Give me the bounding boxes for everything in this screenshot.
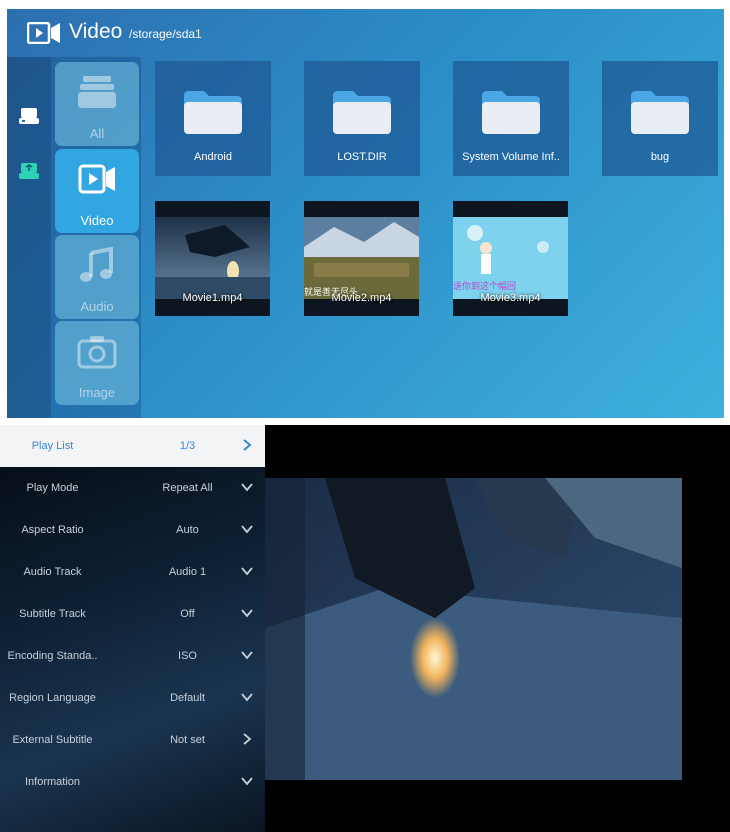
menu-item-value: Off (180, 608, 195, 620)
folder-tile-android[interactable]: Android (155, 61, 271, 176)
chevron-down-icon (241, 609, 253, 618)
category-audio[interactable]: Audio (55, 235, 139, 319)
video-player: Play List 1/3 Play Mode Repeat All Aspec… (0, 425, 730, 832)
menu-item-label: Play List (31, 440, 74, 452)
menu-item-label: Aspect Ratio (21, 524, 84, 536)
file-browser: Video /storage/sda1 All Video Audio Imag… (7, 9, 724, 418)
video-name: Movie2.mp4 (331, 292, 392, 304)
menu-item-play-list[interactable]: Play List 1/3 (0, 425, 265, 467)
folder-name: LOST.DIR (337, 151, 387, 163)
chevron-right-icon (243, 439, 252, 451)
category-video[interactable]: Video (55, 149, 139, 233)
video-tile-movie3[interactable]: 送你到这个幅回 Movie3.mp4 (453, 201, 568, 316)
folder-icon (333, 91, 391, 134)
player-settings-menu: Play List 1/3 Play Mode Repeat All Aspec… (0, 425, 265, 832)
menu-item-value: Repeat All (162, 482, 213, 494)
music-note-icon (80, 247, 113, 282)
storage-path: /storage/sda1 (129, 27, 202, 41)
video-frame[interactable] (265, 478, 682, 780)
video-thumbnail: 送你到这个幅回 (453, 217, 568, 299)
folder-name: System Volume Inf.. (462, 151, 560, 163)
menu-item-value: Not set (170, 734, 205, 746)
chevron-down-icon (241, 693, 253, 702)
folder-name: Android (194, 151, 232, 163)
menu-item-value: ISO (178, 650, 197, 662)
menu-item-value: Auto (176, 524, 199, 536)
menu-item-value: Default (170, 692, 205, 704)
category-label: All (89, 126, 105, 141)
browser-header: Video /storage/sda1 (7, 9, 724, 57)
menu-item-label: Encoding Standa.. (7, 650, 98, 662)
category-label: Image (78, 385, 116, 400)
page-title: Video (69, 20, 123, 43)
menu-item-play-mode[interactable]: Play Mode Repeat All (0, 467, 265, 509)
usb-drive-icon[interactable] (18, 162, 40, 180)
video-name: Movie3.mp4 (480, 292, 541, 304)
menu-item-value: 1/3 (179, 440, 196, 452)
menu-item-label: Region Language (9, 692, 96, 704)
category-image[interactable]: Image (55, 321, 139, 405)
folder-name: bug (650, 151, 670, 163)
video-thumbnail (155, 217, 270, 299)
category-label: Audio (80, 299, 114, 314)
video-tile-movie1[interactable]: Movie1.mp4 (155, 201, 270, 316)
category-label: Video (80, 213, 114, 228)
chevron-down-icon (241, 567, 253, 576)
video-camera-icon (78, 164, 115, 194)
menu-item-aspect-ratio[interactable]: Aspect Ratio Auto (0, 509, 265, 551)
chevron-right-icon (243, 733, 252, 745)
folder-tile-bug[interactable]: bug (602, 61, 718, 176)
menu-item-external-subtitle[interactable]: External Subtitle Not set (0, 719, 265, 761)
video-subtitle: 送你到这个幅回 (453, 280, 516, 292)
menu-item-value: Audio 1 (168, 566, 207, 578)
folder-tile-system-volume[interactable]: System Volume Inf.. (453, 61, 569, 176)
chevron-down-icon (241, 483, 253, 492)
chevron-down-icon (241, 525, 253, 534)
menu-item-label: External Subtitle (12, 734, 93, 746)
menu-item-label: Information (24, 776, 81, 788)
menu-item-region-language[interactable]: Region Language Default (0, 677, 265, 719)
folder-icon (631, 91, 689, 134)
menu-item-information[interactable]: Information (0, 761, 265, 803)
folder-icon (184, 91, 242, 134)
hard-drive-icon[interactable] (18, 107, 40, 125)
category-all[interactable]: All (55, 62, 139, 146)
menu-item-encoding-standard[interactable]: Encoding Standa.. ISO (0, 635, 265, 677)
menu-item-label: Audio Track (23, 566, 82, 578)
folder-stack-icon (78, 76, 116, 108)
chevron-down-icon (241, 777, 253, 786)
chevron-down-icon (241, 651, 253, 660)
camera-icon (77, 336, 117, 369)
video-tile-movie2[interactable]: 就是善无尽头 Movie2.mp4 (304, 201, 419, 316)
video-camera-icon (27, 22, 60, 44)
menu-item-audio-track[interactable]: Audio Track Audio 1 (0, 551, 265, 593)
video-thumbnail: 就是善无尽头 (304, 217, 419, 299)
category-sidebar: All Video Audio Image (51, 57, 141, 418)
device-rail (7, 57, 51, 418)
menu-item-label: Subtitle Track (19, 608, 86, 620)
menu-item-label: Play Mode (26, 482, 79, 494)
menu-item-subtitle-track[interactable]: Subtitle Track Off (0, 593, 265, 635)
video-name: Movie1.mp4 (182, 292, 243, 304)
folder-tile-lost-dir[interactable]: LOST.DIR (304, 61, 420, 176)
folder-icon (482, 91, 540, 134)
